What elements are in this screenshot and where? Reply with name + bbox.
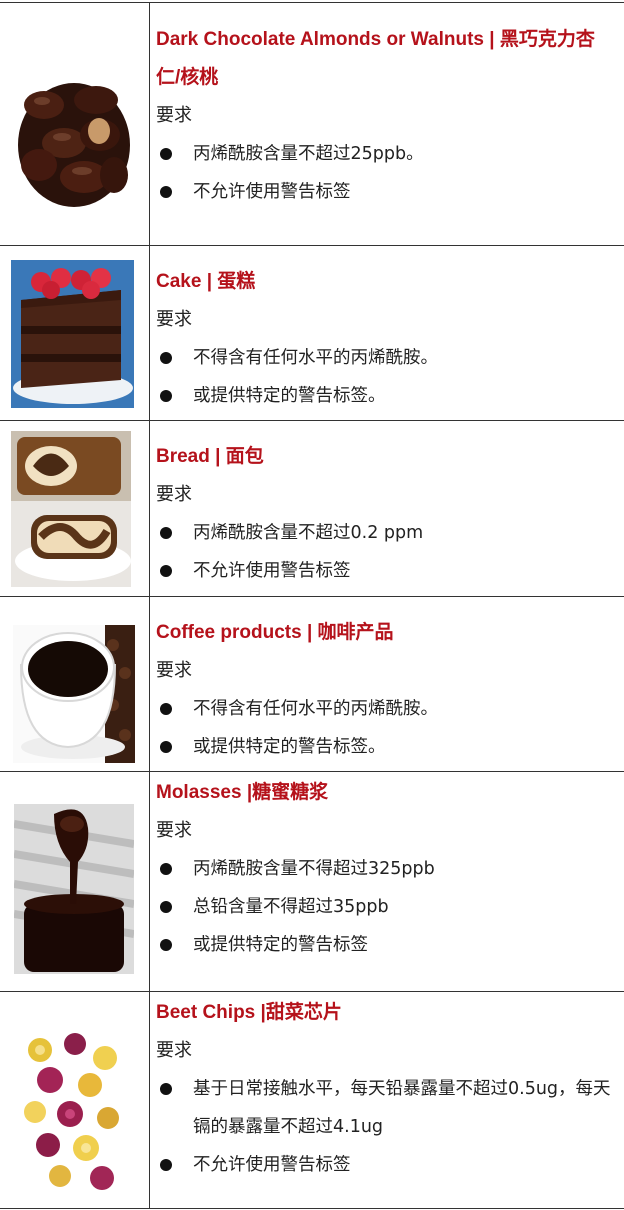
table-row-cake: Cake | 蛋糕 要求 不得含有任何水平的丙烯酰胺。 或提供特定的警告标签。 [0,245,624,420]
row-title: Dark Chocolate Almonds or Walnuts | 黑巧克力… [156,29,595,88]
requirement-label: 要求 [156,1040,192,1061]
bullet-icon [160,1083,172,1095]
bullet-item: 不得含有任何水平的丙烯酰胺。 [156,339,618,377]
bullet-item: 丙烯酰胺含量不得超过325ppb [156,850,618,888]
image-cell [0,992,150,1208]
text-cell: Dark Chocolate Almonds or Walnuts | 黑巧克力… [156,21,618,211]
bullet-item: 或提供特定的警告标签 [156,926,618,964]
molasses-spoon-image [14,804,134,974]
bullet-icon [160,1159,172,1171]
bullet-item: 不允许使用警告标签 [156,552,618,590]
requirement-label: 要求 [156,484,192,505]
marble-bread-image [11,431,131,587]
text-cell: Beet Chips |甜菜芯片 要求 基于日常接触水平，每天铅暴露量不超过0.… [156,994,618,1184]
bullet-item: 基于日常接触水平，每天铅暴露量不超过0.5ug，每天镉的暴露量不超过4.1ug [156,1070,618,1146]
requirement-label: 要求 [156,309,192,330]
requirement-label: 要求 [156,660,192,681]
bullet-item: 不允许使用警告标签 [156,1146,618,1184]
bullet-item: 丙烯酰胺含量不超过25ppb。 [156,135,618,173]
chocolate-cake-image [11,260,134,408]
image-cell [0,246,150,420]
bullet-icon [160,565,172,577]
row-title: Bread | 面包 [156,446,264,467]
requirement-label: 要求 [156,105,192,126]
bullet-icon [160,352,172,364]
text-cell: Molasses |糖蜜糖浆 要求 丙烯酰胺含量不得超过325ppb 总铅含量不… [156,774,618,964]
bullet-icon [160,390,172,402]
bullet-icon [160,527,172,539]
chocolate-almonds-image [14,65,134,215]
bullet-icon [160,186,172,198]
text-cell: Cake | 蛋糕 要求 不得含有任何水平的丙烯酰胺。 或提供特定的警告标签。 [156,263,618,415]
bullet-item: 不允许使用警告标签 [156,173,618,211]
bullet-item: 或提供特定的警告标签。 [156,728,618,766]
image-cell [0,421,150,596]
table-row-dark-chocolate: Dark Chocolate Almonds or Walnuts | 黑巧克力… [0,2,624,245]
table-row-molasses: Molasses |糖蜜糖浆 要求 丙烯酰胺含量不得超过325ppb 总铅含量不… [0,771,624,991]
bullet-icon [160,148,172,160]
bullet-icon [160,939,172,951]
text-cell: Bread | 面包 要求 丙烯酰胺含量不超过0.2 ppm 不允许使用警告标签 [156,438,618,590]
table-row-bread: Bread | 面包 要求 丙烯酰胺含量不超过0.2 ppm 不允许使用警告标签 [0,420,624,596]
row-title: Cake | 蛋糕 [156,271,256,292]
bullet-item: 或提供特定的警告标签。 [156,377,618,415]
text-cell: Coffee products | 咖啡产品 要求 不得含有任何水平的丙烯酰胺。… [156,614,618,766]
table-row-beet-chips: Beet Chips |甜菜芯片 要求 基于日常接触水平，每天铅暴露量不超过0.… [0,991,624,1209]
beet-chips-image [20,1030,126,1195]
coffee-cup-image [13,625,135,763]
bullet-icon [160,703,172,715]
row-title: Beet Chips |甜菜芯片 [156,1002,342,1023]
bullet-item: 丙烯酰胺含量不超过0.2 ppm [156,514,618,552]
bullet-icon [160,741,172,753]
row-title: Molasses |糖蜜糖浆 [156,782,329,803]
image-cell [0,3,150,245]
image-cell [0,772,150,991]
bullet-icon [160,901,172,913]
table-row-coffee: Coffee products | 咖啡产品 要求 不得含有任何水平的丙烯酰胺。… [0,596,624,771]
requirement-label: 要求 [156,820,192,841]
row-title: Coffee products | 咖啡产品 [156,622,394,643]
bullet-item: 总铅含量不得超过35ppb [156,888,618,926]
bullet-item: 不得含有任何水平的丙烯酰胺。 [156,690,618,728]
bullet-icon [160,863,172,875]
image-cell [0,597,150,771]
